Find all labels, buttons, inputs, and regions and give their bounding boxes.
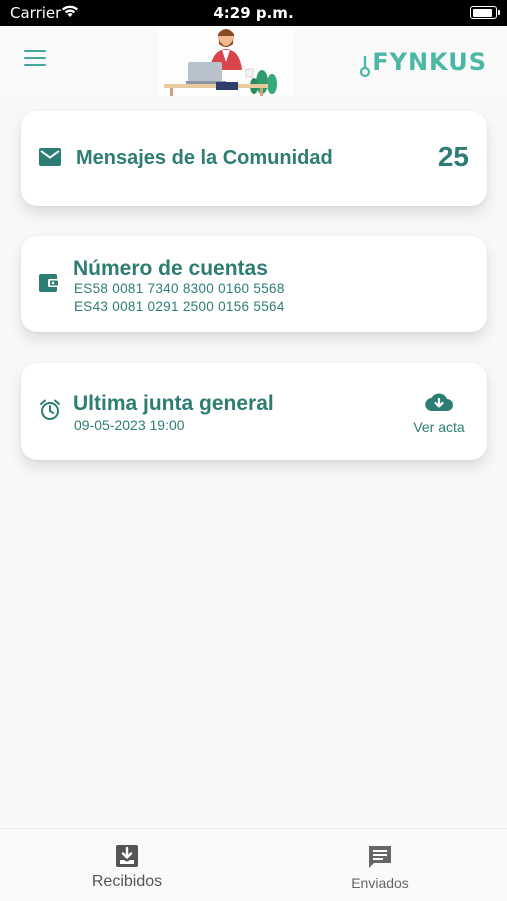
tab-received[interactable]: Recibidos (47, 829, 207, 891)
accounts-card: Número de cuentas ES58 0081 7340 8300 01… (21, 236, 487, 332)
clock: 4:29 p.m. (213, 4, 294, 22)
messages-count: 25 (437, 141, 469, 172)
meeting-date: 09-05-2023 19:00 (74, 417, 185, 433)
app-header: FYNKUS (0, 26, 507, 96)
fynkus-logo: FYNKUS (360, 46, 487, 78)
header-illustration (158, 26, 294, 96)
alarm-clock-icon (39, 399, 61, 426)
mail-icon (39, 148, 61, 171)
tab-sent-label: Enviados (351, 875, 409, 891)
chat-icon (300, 844, 460, 870)
status-bar: Carrier 4:29 p.m. (0, 0, 507, 26)
bottom-tab-bar: Recibidos Enviados (0, 828, 507, 901)
tab-sent[interactable]: Enviados (300, 829, 460, 891)
battery-icon (470, 6, 500, 19)
tab-received-label: Recibidos (91, 873, 163, 890)
view-minutes-label: Ver acta (413, 419, 465, 435)
account-number: ES58 0081 7340 8300 0160 5568 (74, 281, 285, 296)
community-messages-card[interactable]: Mensajes de la Comunidad 25 (21, 111, 487, 206)
cloud-download-icon (425, 393, 453, 412)
view-minutes-button[interactable]: Ver acta (409, 391, 469, 435)
wallet-icon (39, 274, 59, 297)
hamburger-icon (24, 50, 46, 52)
logo-text: FYNKUS (372, 48, 487, 76)
meeting-title: Ultima junta general (73, 392, 274, 415)
menu-button[interactable] (24, 50, 46, 68)
inbox-download-icon (47, 844, 207, 870)
battery-fill (472, 8, 493, 17)
account-number: ES43 0081 0291 2500 0156 5564 (74, 299, 285, 314)
last-meeting-card: Ultima junta general 09-05-2023 19:00 Ve… (21, 363, 487, 460)
accounts-title: Número de cuentas (73, 257, 268, 280)
messages-title: Mensajes de la Comunidad (76, 147, 333, 169)
